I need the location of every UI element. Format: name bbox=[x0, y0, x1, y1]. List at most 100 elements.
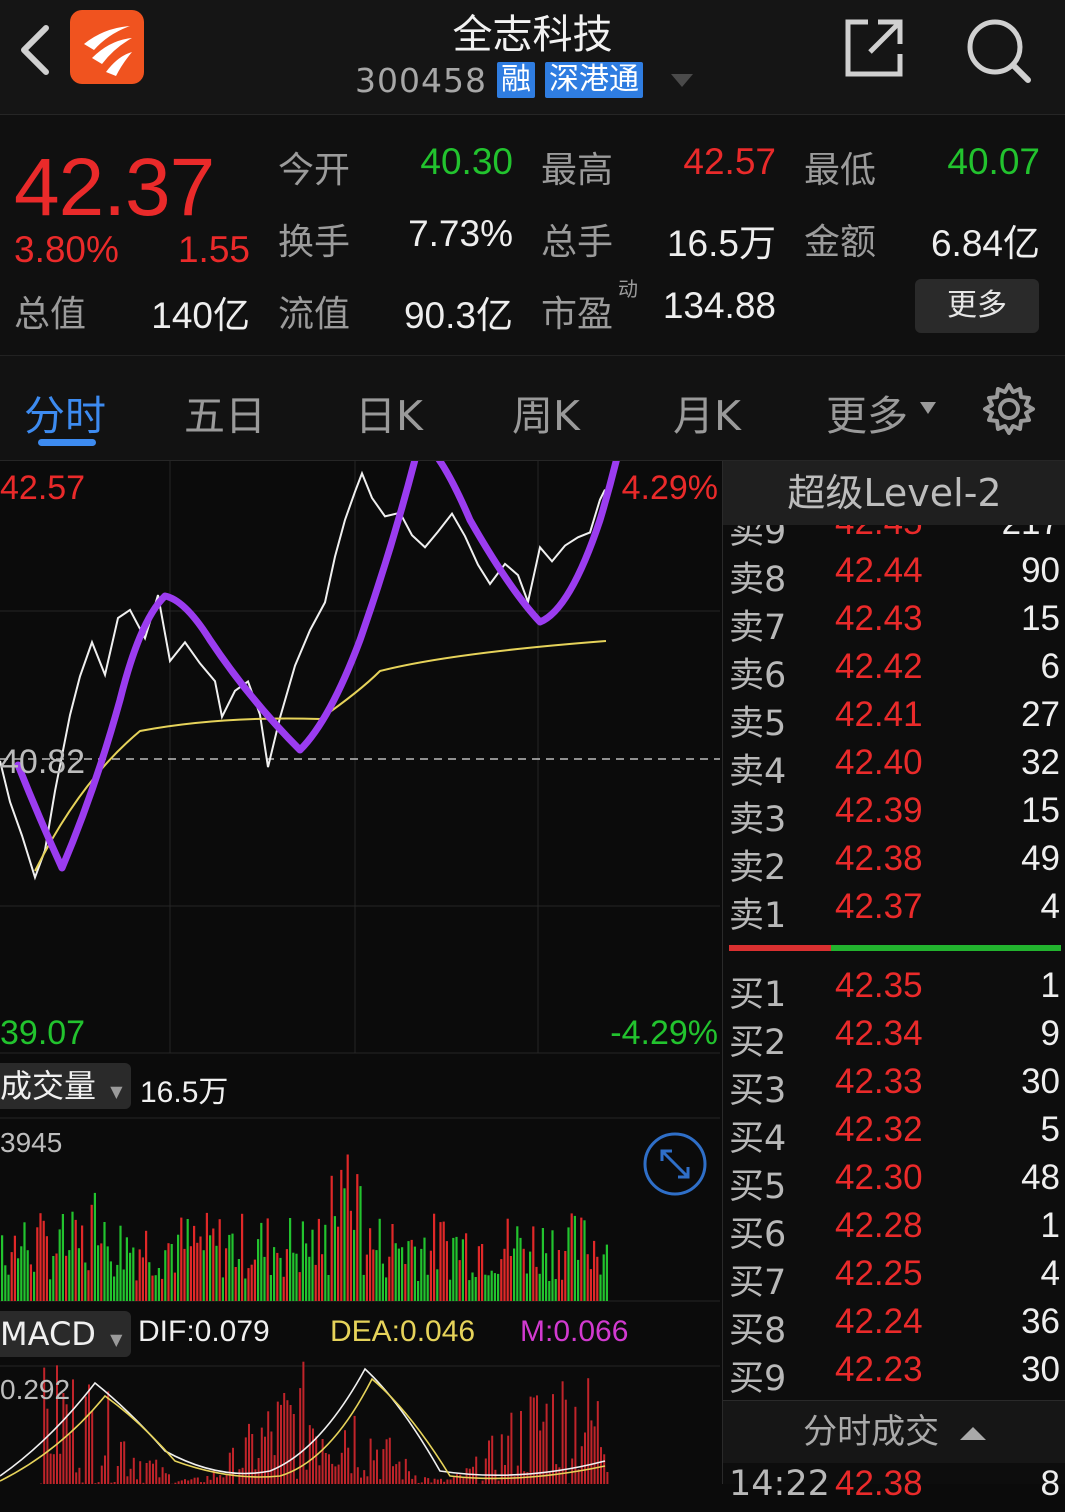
search-icon[interactable] bbox=[964, 16, 1034, 86]
ask-row[interactable]: 卖542.4127 bbox=[723, 695, 1065, 743]
level2-order-book: 卖942.45217卖842.4490卖742.4315卖642.426卖542… bbox=[722, 461, 1065, 1484]
macd-bar bbox=[360, 1478, 362, 1484]
ask-row[interactable]: 卖742.4315 bbox=[723, 599, 1065, 647]
macd-bar bbox=[501, 1434, 503, 1484]
volume-bar bbox=[311, 1230, 313, 1301]
turnover-value: 7.73% bbox=[380, 213, 513, 255]
macd-bar bbox=[206, 1476, 208, 1484]
bid-row[interactable]: 买342.3330 bbox=[723, 1062, 1065, 1110]
volume-bar bbox=[526, 1274, 528, 1302]
bid-row[interactable]: 买942.2330 bbox=[723, 1350, 1065, 1398]
macd-bar bbox=[606, 1472, 608, 1484]
ask-price: 42.38 bbox=[835, 839, 923, 879]
macd-bar bbox=[187, 1481, 189, 1485]
volume-bar bbox=[465, 1233, 467, 1301]
ask-row[interactable]: 卖842.4490 bbox=[723, 551, 1065, 599]
market-cap-label: 总值 bbox=[14, 285, 86, 337]
volume-bar bbox=[206, 1213, 208, 1301]
volume-bar bbox=[535, 1267, 537, 1301]
volume-bar bbox=[356, 1174, 358, 1301]
volume-bar bbox=[369, 1228, 371, 1301]
volume-bar bbox=[235, 1267, 237, 1301]
stock-code: 300458 bbox=[355, 61, 487, 100]
bid-row[interactable]: 买842.2436 bbox=[723, 1302, 1065, 1350]
macd-bar bbox=[130, 1469, 132, 1484]
bid-row[interactable]: 买542.3048 bbox=[723, 1158, 1065, 1206]
volume-bar bbox=[443, 1222, 445, 1301]
macd-bar bbox=[120, 1442, 122, 1484]
expand-icon[interactable] bbox=[642, 1131, 708, 1197]
volume-bar bbox=[116, 1265, 118, 1301]
tab-monthly-k[interactable]: 月K bbox=[673, 382, 741, 442]
level2-title[interactable]: 超级Level-2 bbox=[723, 461, 1065, 525]
macd-bar bbox=[440, 1479, 442, 1484]
volume-bar bbox=[388, 1257, 390, 1301]
macd-bar bbox=[322, 1439, 324, 1484]
macd-bar bbox=[485, 1459, 487, 1485]
bid-level: 买3 bbox=[729, 1062, 786, 1113]
ask-row[interactable]: 卖442.4032 bbox=[723, 743, 1065, 791]
volume-bar bbox=[580, 1218, 582, 1301]
ask-row[interactable]: 卖142.374 bbox=[723, 887, 1065, 935]
volume-bar bbox=[257, 1239, 259, 1301]
tab-five-day[interactable]: 五日 bbox=[184, 382, 266, 442]
bid-qty: 1 bbox=[1041, 966, 1060, 1006]
volume-max-label: 3945 bbox=[0, 1127, 62, 1159]
macd-max-label: 0.292 bbox=[0, 1374, 70, 1406]
tab-weekly-k[interactable]: 周K bbox=[512, 382, 580, 442]
bid-qty: 48 bbox=[1021, 1158, 1060, 1198]
ask-row[interactable]: 卖242.3849 bbox=[723, 839, 1065, 887]
volume-bar bbox=[603, 1254, 605, 1301]
volume-bar bbox=[132, 1248, 134, 1302]
bid-row[interactable]: 买242.349 bbox=[723, 1014, 1065, 1062]
chevron-down-icon[interactable] bbox=[671, 74, 693, 87]
gear-icon[interactable] bbox=[982, 382, 1036, 436]
macd-bar bbox=[158, 1477, 160, 1484]
tab-daily-k[interactable]: 日K bbox=[355, 382, 423, 442]
bid-price: 42.25 bbox=[835, 1254, 923, 1294]
ask-row[interactable]: 卖642.426 bbox=[723, 647, 1065, 695]
bid-level: 买9 bbox=[729, 1350, 786, 1401]
volume-bar bbox=[519, 1238, 521, 1301]
bid-row[interactable]: 买642.281 bbox=[723, 1206, 1065, 1254]
bid-price: 42.33 bbox=[835, 1062, 923, 1102]
volume-bar bbox=[420, 1249, 422, 1301]
volume-bar bbox=[308, 1257, 310, 1301]
volume-bar bbox=[27, 1250, 29, 1301]
bid-row[interactable]: 买742.254 bbox=[723, 1254, 1065, 1302]
tick-trades-header[interactable]: 分时成交 bbox=[723, 1400, 1065, 1463]
share-icon[interactable] bbox=[842, 16, 906, 80]
volume-bar bbox=[398, 1249, 400, 1301]
macd-bar bbox=[341, 1453, 343, 1484]
volume-bar bbox=[375, 1250, 377, 1301]
macd-bar bbox=[536, 1395, 538, 1484]
macd-bar bbox=[88, 1385, 90, 1485]
more-info-button[interactable]: 更多 bbox=[915, 279, 1039, 333]
macd-bar bbox=[117, 1466, 119, 1484]
macd-bar bbox=[219, 1475, 221, 1484]
ask-level: 卖1 bbox=[729, 887, 786, 938]
ask-qty: 15 bbox=[1021, 791, 1060, 831]
volume-indicator-selector[interactable]: 成交量 ▼ bbox=[0, 1063, 131, 1109]
change-percent: 3.80% bbox=[14, 229, 119, 271]
bid-row[interactable]: 买142.351 bbox=[723, 966, 1065, 1014]
volume-bar bbox=[475, 1277, 477, 1301]
macd-bar bbox=[354, 1416, 356, 1484]
bid-row[interactable]: 买442.325 bbox=[723, 1110, 1065, 1158]
tab-more[interactable]: 更多 bbox=[826, 382, 908, 442]
volume-bar bbox=[401, 1247, 403, 1301]
macd-bar bbox=[229, 1453, 231, 1484]
open-value: 40.30 bbox=[380, 141, 513, 183]
macd-bar bbox=[123, 1441, 125, 1484]
macd-bar bbox=[69, 1434, 71, 1484]
average-price-line bbox=[35, 641, 606, 871]
macd-bar bbox=[75, 1472, 77, 1484]
macd-bar bbox=[373, 1460, 375, 1484]
ask-row[interactable]: 卖342.3915 bbox=[723, 791, 1065, 839]
volume-bar bbox=[590, 1269, 592, 1301]
tab-intraday[interactable]: 分时 bbox=[24, 382, 106, 442]
bid-qty: 1 bbox=[1041, 1206, 1060, 1246]
macd-indicator-selector[interactable]: MACD ▼ bbox=[0, 1311, 131, 1357]
volume-bar bbox=[510, 1256, 512, 1301]
volume-bar bbox=[532, 1226, 534, 1301]
